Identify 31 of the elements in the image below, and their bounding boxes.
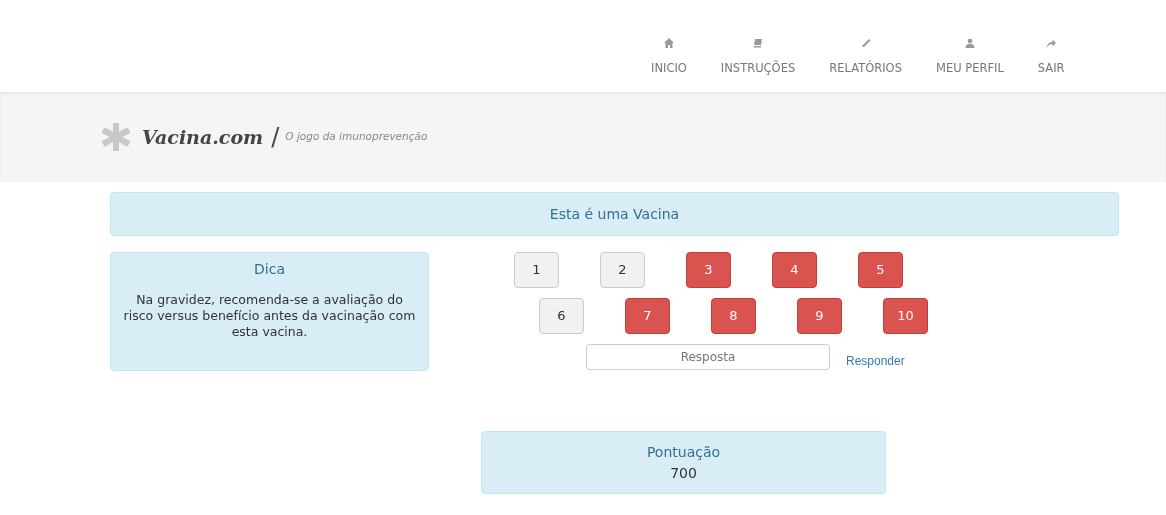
nav-link[interactable]: INSTRUÇÕES xyxy=(709,38,807,92)
nav-link[interactable]: RELATÓRIOS xyxy=(818,38,913,92)
tile-button[interactable]: 9 xyxy=(797,298,842,334)
answer-field[interactable]: Resposta xyxy=(586,344,830,370)
tile-button[interactable]: 3 xyxy=(686,252,731,288)
score-label: Pontuação xyxy=(645,443,722,462)
title-banner: Esta é uma Vacina xyxy=(110,192,1119,236)
tile-button[interactable]: 4 xyxy=(772,252,817,288)
brand-separator: / xyxy=(271,122,280,153)
tile-button[interactable]: 7 xyxy=(625,298,670,334)
hint-heading: Dica xyxy=(253,261,286,278)
pencil-icon xyxy=(860,38,871,48)
tile-button[interactable]: 6 xyxy=(539,298,584,334)
tile-button[interactable]: 2 xyxy=(600,252,645,288)
share-icon xyxy=(1046,38,1057,48)
book-icon xyxy=(753,38,764,48)
hint-text: Na gravidez, recomenda-se a avaliação do risco versus benefício antes da vacinação com esta vacina. xyxy=(122,291,417,341)
user-icon xyxy=(964,38,975,48)
answer-link[interactable]: Responder xyxy=(846,352,905,370)
home-icon xyxy=(663,38,674,48)
tagline: O jogo da imunoprevenção xyxy=(285,129,428,145)
tile-button[interactable]: 8 xyxy=(711,298,756,334)
nav-link[interactable]: INICIO xyxy=(640,38,698,92)
tile-button[interactable]: 1 xyxy=(514,252,559,288)
tile-button[interactable]: 10 xyxy=(883,298,928,334)
asterisk-icon xyxy=(100,122,132,152)
nav-link[interactable]: MEU PERFIL xyxy=(924,38,1015,92)
brand-name: Vacina.com xyxy=(142,124,264,150)
tile-button[interactable]: 5 xyxy=(858,252,903,288)
nav-link[interactable]: SAIR xyxy=(1026,38,1076,92)
score-value: 700 xyxy=(669,464,698,483)
